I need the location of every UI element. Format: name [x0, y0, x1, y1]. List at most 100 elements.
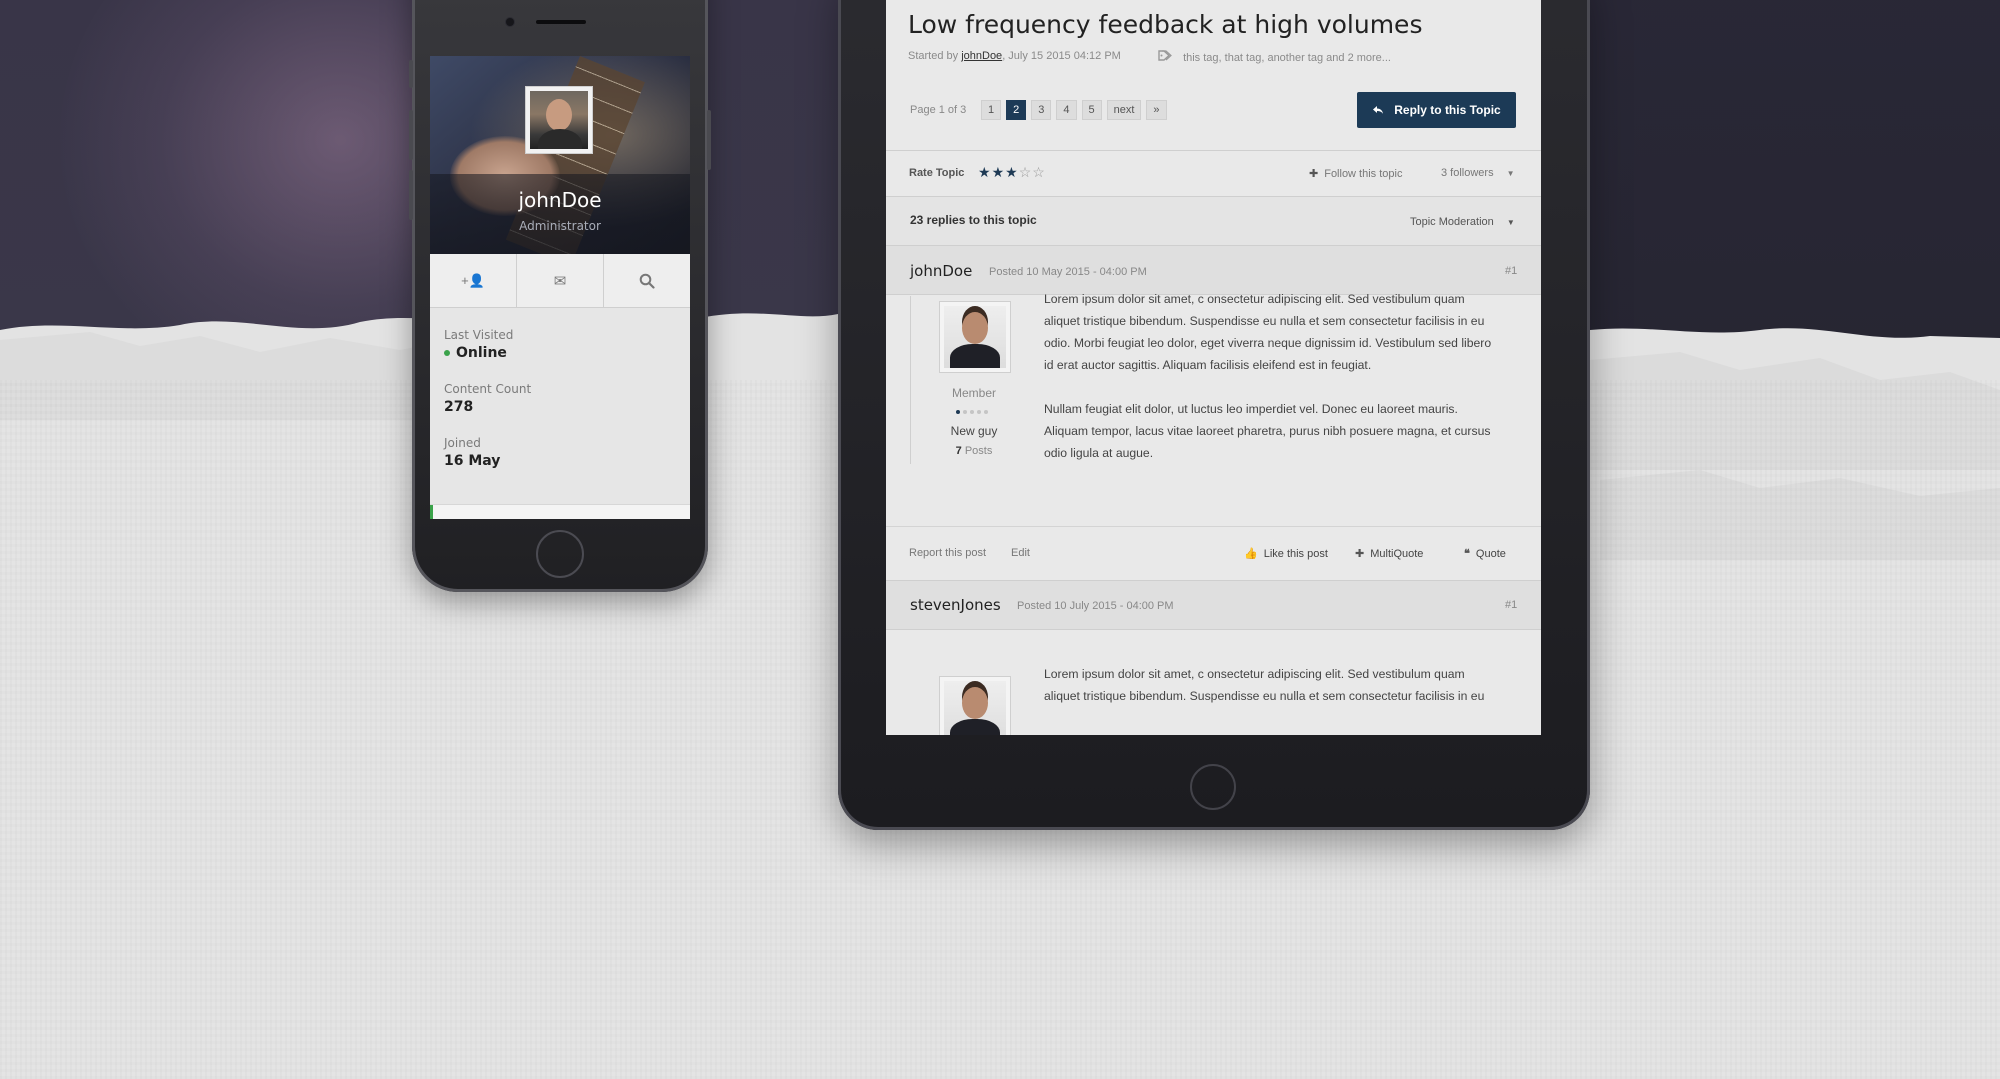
followers-label: 3 followers: [1441, 167, 1494, 179]
post-number-link[interactable]: #1: [1505, 265, 1517, 277]
plus-icon: ✚: [1309, 168, 1319, 180]
last-page-button[interactable]: »: [1146, 100, 1167, 120]
tablet-home-button: [1190, 764, 1236, 810]
star-filled-icon[interactable]: ★: [978, 164, 992, 180]
star-filled-icon[interactable]: ★: [992, 164, 1006, 180]
followers-dropdown[interactable]: 3 followers ▼: [1441, 167, 1515, 179]
replies-count: 23 replies to this topic: [910, 213, 1037, 227]
rank-title: New guy: [950, 424, 998, 438]
divider: [886, 196, 1541, 197]
multiquote-button[interactable]: ✚ MultiQuote: [1355, 547, 1423, 560]
post-count: 7 Posts: [930, 445, 1018, 457]
stat-joined: Joined 16 May: [444, 436, 500, 469]
post-body: Lorem ipsum dolor sit amet, c onsectetur…: [1044, 288, 1494, 486]
profile-username: johnDoe: [518, 188, 602, 212]
stat-value: 16 May: [444, 453, 501, 469]
edit-post-link[interactable]: Edit: [1011, 547, 1030, 559]
stat-value: Online: [444, 345, 513, 361]
page-button[interactable]: 3: [1031, 100, 1052, 120]
phone-bottom-bar: [430, 504, 690, 519]
search-button[interactable]: [604, 254, 690, 307]
profile-action-bar: +👤 ✉: [430, 254, 690, 308]
post-count-suffix: Posts: [961, 445, 993, 457]
quote-button[interactable]: ❝ Quote: [1464, 547, 1506, 560]
stat-content-count: Content Count 278: [444, 382, 531, 415]
rate-topic-label: Rate Topic: [909, 167, 965, 179]
thumbs-up-icon: 👍: [1244, 548, 1258, 560]
reply-to-topic-button[interactable]: Reply to this Topic: [1357, 92, 1516, 128]
next-page-button[interactable]: next: [1106, 100, 1142, 120]
profile-cover-photo: johnDoe Administrator: [430, 56, 690, 266]
phone-camera-icon: [506, 18, 514, 26]
rank-pip: [970, 410, 974, 414]
phone-mute-switch: [409, 60, 413, 88]
plus-icon: ✚: [1355, 548, 1365, 560]
topic-author-link[interactable]: johnDoe: [961, 50, 1002, 62]
star-filled-icon[interactable]: ★: [1005, 164, 1019, 180]
page-button-active[interactable]: 2: [1006, 100, 1027, 120]
tag-list[interactable]: this tag, that tag, another tag and 2 mo…: [1183, 52, 1391, 64]
started-by-label: Started by: [908, 50, 962, 62]
rank-pip: [977, 410, 981, 414]
message-user-button[interactable]: ✉: [517, 254, 604, 307]
avatar-photo: [944, 306, 1006, 368]
online-status: Online: [456, 345, 507, 361]
phone-home-button: [536, 530, 584, 578]
topic-moderation-label: Topic Moderation: [1410, 216, 1494, 228]
report-post-link[interactable]: Report this post: [909, 547, 986, 559]
stat-label: Joined: [444, 436, 481, 450]
post-date: Posted 10 July 2015 - 04:00 PM: [1017, 600, 1174, 612]
tablet-device: Low frequency feedback at high volumes S…: [838, 0, 1590, 830]
post-author[interactable]: stevenJones: [910, 596, 1001, 614]
phone-screen: johnDoe Administrator +👤 ✉ Last Visited …: [430, 56, 690, 519]
rating-stars[interactable]: ★★★☆☆: [978, 164, 1046, 181]
rank-pips: [956, 410, 988, 414]
topic-meta: Started by johnDoe, July 15 2015 04:12 P…: [908, 50, 1121, 62]
follow-topic-link[interactable]: ✚ Follow this topic: [1309, 167, 1402, 180]
page-button[interactable]: 4: [1056, 100, 1077, 120]
post-author-avatar[interactable]: [939, 301, 1011, 373]
divider: [886, 150, 1541, 151]
stat-label: Content Count: [444, 382, 532, 396]
post-author-avatar[interactable]: [939, 676, 1011, 735]
profile-avatar[interactable]: [525, 86, 593, 154]
quote-icon: ❝: [1464, 548, 1470, 560]
phone-device: johnDoe Administrator +👤 ✉ Last Visited …: [409, 0, 711, 592]
rank-pip: [963, 410, 967, 414]
search-icon: [639, 273, 655, 289]
post-number-link[interactable]: #1: [1505, 599, 1517, 611]
add-user-icon: +👤: [461, 272, 485, 288]
page-button[interactable]: 5: [1081, 100, 1102, 120]
follow-topic-label: Follow this topic: [1324, 168, 1403, 180]
pagination: 1 2 3 4 5 next »: [981, 100, 1167, 120]
follow-user-button[interactable]: +👤: [430, 254, 517, 307]
stat-last-visited: Last Visited Online: [444, 328, 513, 361]
phone-volume-down: [409, 170, 413, 220]
star-empty-icon[interactable]: ☆: [1032, 164, 1046, 180]
envelope-icon: ✉: [553, 272, 567, 290]
reply-button-label: Reply to this Topic: [1394, 103, 1501, 117]
phone-speaker: [536, 20, 586, 24]
topic-tags: this tag, that tag, another tag and 2 mo…: [1158, 50, 1391, 64]
like-post-button[interactable]: 👍 Like this post: [1244, 547, 1328, 560]
post-paragraph: Nullam feugiat elit dolor, ut luctus leo…: [1044, 402, 1491, 460]
tablet-screen: Low frequency feedback at high volumes S…: [886, 0, 1541, 735]
stat-value: 278: [444, 399, 474, 415]
post-sidebar-line: [910, 296, 911, 464]
star-empty-icon[interactable]: ☆: [1019, 164, 1033, 180]
profile-role: Administrator: [519, 219, 601, 233]
avatar-photo: [530, 91, 588, 149]
rank-pip: [984, 410, 988, 414]
page-button[interactable]: 1: [981, 100, 1002, 120]
like-post-label: Like this post: [1263, 548, 1328, 560]
cover-shade: [430, 174, 690, 254]
avatar-photo: [944, 681, 1006, 735]
post-author[interactable]: johnDoe: [910, 262, 972, 280]
post-paragraph: Lorem ipsum dolor sit amet, c onsectetur…: [1044, 667, 1485, 703]
stat-label: Last Visited: [444, 328, 514, 342]
topic-title: Low frequency feedback at high volumes: [908, 10, 1423, 39]
quote-label: Quote: [1475, 548, 1506, 560]
online-dot-icon: [444, 350, 450, 356]
phone-power-button: [707, 110, 711, 170]
topic-moderation-dropdown[interactable]: Topic Moderation ▼: [1410, 216, 1515, 228]
